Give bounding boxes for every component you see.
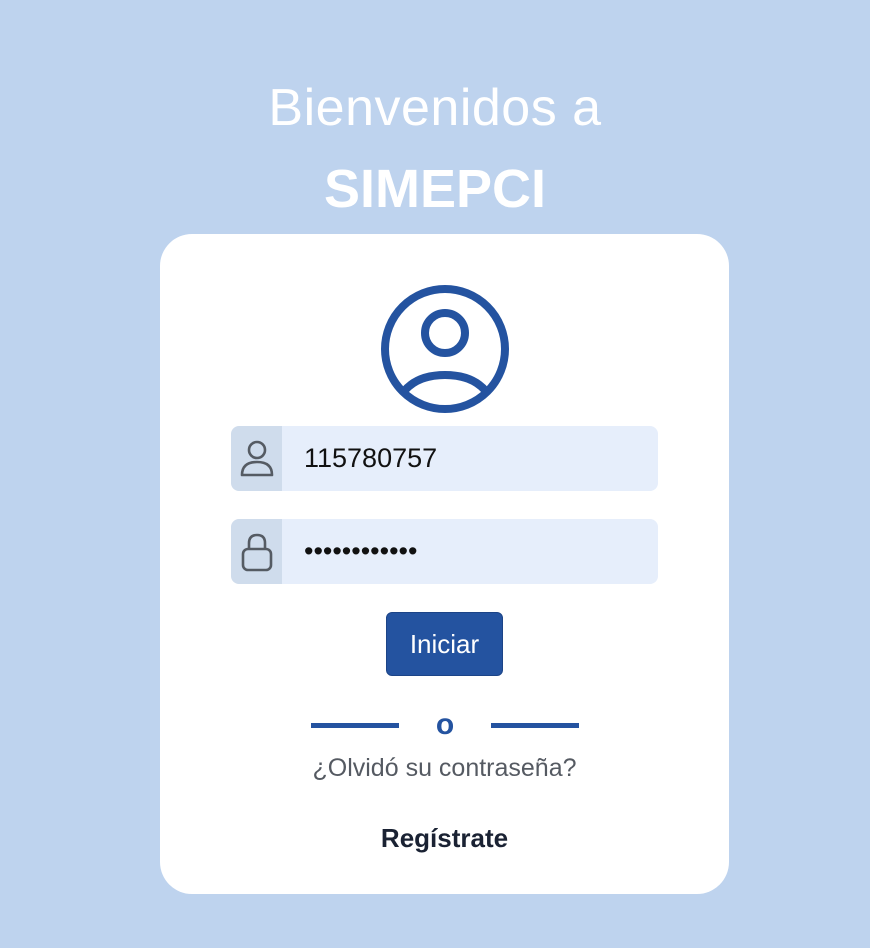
or-divider: o xyxy=(311,708,579,744)
login-card: Iniciar o ¿Olvidó su contraseña? Regístr… xyxy=(160,234,729,894)
forgot-password-link[interactable]: ¿Olvidó su contraseña? xyxy=(160,754,729,783)
user-icon xyxy=(240,440,273,476)
password-addon xyxy=(231,519,282,584)
password-input[interactable] xyxy=(282,519,658,584)
username-field xyxy=(231,426,658,491)
register-link[interactable]: Regístrate xyxy=(160,823,729,854)
username-addon xyxy=(231,426,282,491)
lock-icon xyxy=(241,533,272,571)
user-circle-icon xyxy=(381,285,509,413)
username-input[interactable] xyxy=(282,426,658,491)
divider-line-right xyxy=(491,723,579,728)
welcome-heading: Bienvenidos a xyxy=(268,79,602,137)
password-field xyxy=(231,519,658,584)
login-button[interactable]: Iniciar xyxy=(386,612,503,676)
brand-title: SIMEPCI xyxy=(323,159,547,219)
